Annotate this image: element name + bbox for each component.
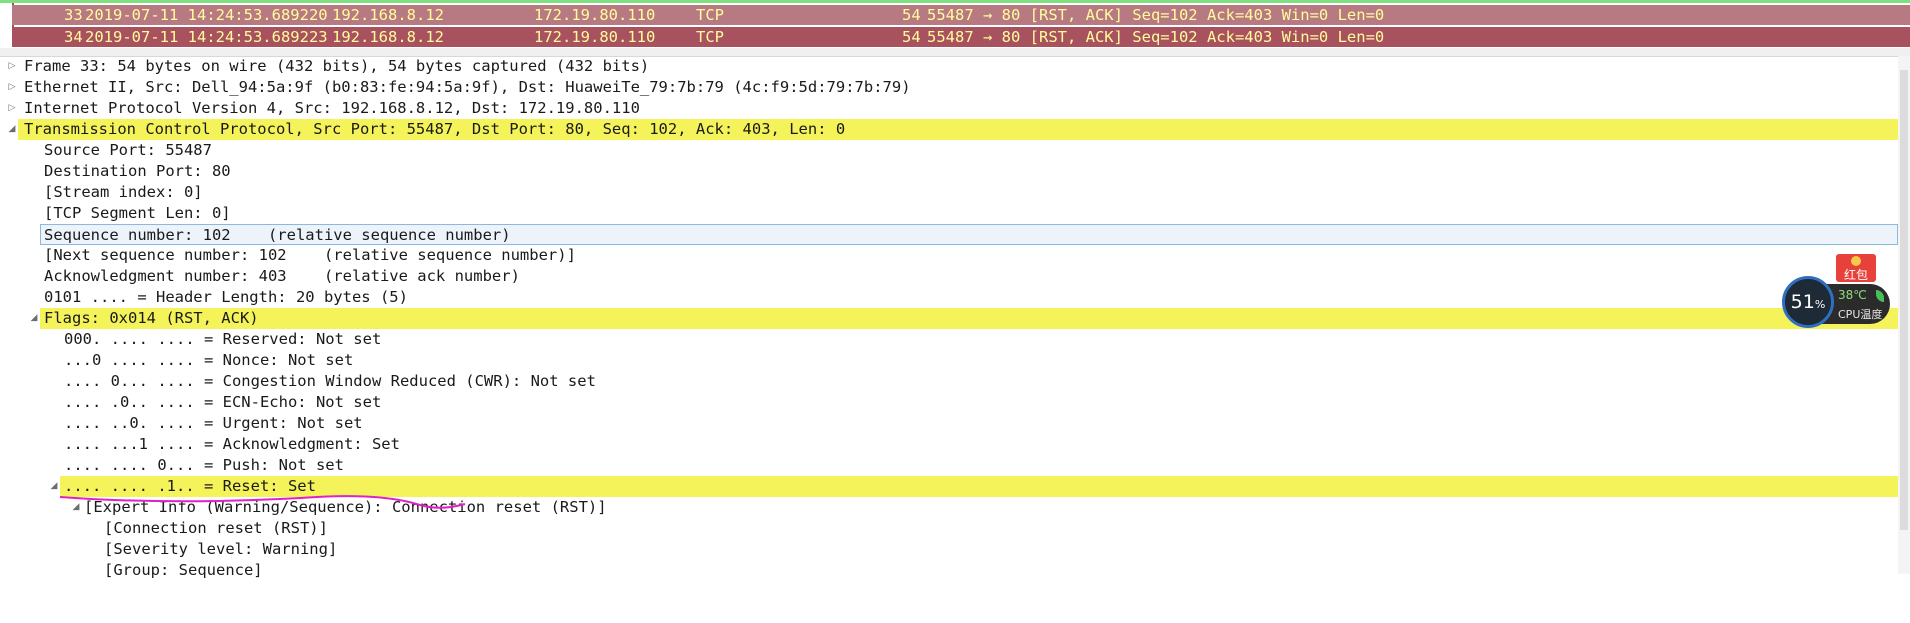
- packet-source: 192.168.8.12: [332, 28, 444, 46]
- tree-item-label: .... .... 0... = Push: Not set: [64, 456, 344, 474]
- cpu-monitor-widget[interactable]: 51% 38℃ CPU温度: [1782, 276, 1892, 332]
- cpu-temperature: 38℃: [1838, 288, 1867, 302]
- collapse-arrow-icon[interactable]: ◢: [48, 476, 60, 497]
- cpu-usage-value: 51: [1790, 291, 1815, 313]
- tree-item-flags[interactable]: ◢ Flags: 0x014 (RST, ACK): [31, 308, 1898, 329]
- tree-item-label: Acknowledgment number: 403 (relative ack…: [44, 267, 520, 285]
- tree-item-expert-info[interactable]: ◢ [Expert Info (Warning/Sequence): Conne…: [73, 497, 1898, 518]
- coin-icon: [1851, 256, 1861, 266]
- tree-item-flag-cwr[interactable]: .... 0... .... = Congestion Window Reduc…: [64, 371, 1898, 392]
- tree-item-severity[interactable]: [Severity level: Warning]: [104, 539, 1898, 560]
- tree-item-label: ...0 .... .... = Nonce: Not set: [64, 351, 354, 369]
- packet-destination: 172.19.80.110: [534, 6, 656, 24]
- tree-item-ack-number[interactable]: Acknowledgment number: 403 (relative ack…: [44, 266, 1898, 287]
- collapse-arrow-icon[interactable]: ◢: [28, 308, 40, 329]
- tree-item-ethernet[interactable]: ▷ Ethernet II, Src: Dell_94:5a:9f (b0:83…: [0, 77, 1898, 98]
- tree-item-destination-port[interactable]: Destination Port: 80: [44, 161, 1898, 182]
- tree-item-source-port[interactable]: Source Port: 55487: [44, 140, 1898, 161]
- tree-item-flag-nonce[interactable]: ...0 .... .... = Nonce: Not set: [64, 350, 1898, 371]
- cpu-temperature-label: CPU温度: [1838, 308, 1883, 321]
- tree-item-label: 0101 .... = Header Length: 20 bytes (5): [44, 288, 408, 306]
- expand-arrow-icon[interactable]: ▷: [6, 77, 18, 98]
- cpu-usage-percent: %: [1814, 298, 1826, 311]
- packet-protocol: TCP: [696, 6, 724, 24]
- tree-item-label: [Severity level: Warning]: [104, 540, 338, 558]
- packet-info: 55487 → 80 [RST, ACK] Seq=102 Ack=403 Wi…: [927, 28, 1385, 46]
- tree-item-label: Source Port: 55487: [44, 141, 212, 159]
- packet-length: 54: [902, 28, 921, 46]
- tree-item-tcp[interactable]: ◢ Transmission Control Protocol, Src Por…: [9, 119, 1898, 140]
- tree-item-label: 000. .... .... = Reserved: Not set: [64, 330, 382, 348]
- packet-destination: 172.19.80.110: [534, 28, 656, 46]
- tree-item-label: [TCP Segment Len: 0]: [44, 204, 231, 222]
- packet-time: 2019-07-11 14:24:53.689223: [85, 28, 328, 46]
- tree-item-label: [Next sequence number: 102 (relative seq…: [44, 246, 576, 264]
- packet-no: 34: [64, 28, 83, 46]
- tree-item-label: Sequence number: 102 (relative sequence …: [44, 226, 511, 244]
- tree-item-label: Frame 33: 54 bytes on wire (432 bits), 5…: [24, 57, 650, 75]
- tree-item-segment-len[interactable]: [TCP Segment Len: 0]: [44, 203, 1898, 224]
- packet-length: 54: [902, 6, 921, 24]
- tree-item-label: [Group: Sequence]: [104, 561, 263, 579]
- tree-item-label: Transmission Control Protocol, Src Port:…: [24, 120, 846, 138]
- packet-time: 2019-07-11 14:24:53.689220: [85, 6, 328, 24]
- tree-item-label: .... ..0. .... = Urgent: Not set: [64, 414, 363, 432]
- collapse-arrow-icon[interactable]: ◢: [6, 119, 18, 140]
- packet-no: 33: [64, 6, 83, 24]
- packet-info: 55487 → 80 [RST, ACK] Seq=102 Ack=403 Wi…: [927, 6, 1385, 24]
- tree-item-label: .... .0.. .... = ECN-Echo: Not set: [64, 393, 382, 411]
- expand-arrow-icon[interactable]: ▷: [6, 98, 18, 119]
- collapse-arrow-icon[interactable]: ◢: [70, 497, 82, 518]
- tree-item-label: Internet Protocol Version 4, Src: 192.16…: [24, 99, 640, 117]
- cpu-usage-gauge: 51%: [1782, 276, 1834, 328]
- scrollbar-thumb[interactable]: [1900, 70, 1908, 530]
- tree-item-flag-reset[interactable]: ◢ .... .... .1.. = Reset: Set: [51, 476, 1898, 497]
- packet-row[interactable]: 34 2019-07-11 14:24:53.689223 192.168.8.…: [12, 27, 1910, 47]
- tree-item-label: Flags: 0x014 (RST, ACK): [44, 309, 259, 327]
- packet-source: 192.168.8.12: [332, 6, 444, 24]
- packet-list[interactable]: 33 2019-07-11 14:24:53.689220 192.168.8.…: [0, 0, 1910, 48]
- packet-row[interactable]: 33 2019-07-11 14:24:53.689220 192.168.8.…: [12, 5, 1910, 25]
- tree-item-sequence-number[interactable]: Sequence number: 102 (relative sequence …: [40, 224, 1898, 245]
- tree-item-connection-reset[interactable]: [Connection reset (RST)]: [104, 518, 1898, 539]
- tree-item-flag-ack[interactable]: .... ...1 .... = Acknowledgment: Set: [64, 434, 1898, 455]
- tree-item-label: Destination Port: 80: [44, 162, 231, 180]
- tree-item-label: [Connection reset (RST)]: [104, 519, 328, 537]
- expand-arrow-icon[interactable]: ▷: [6, 56, 18, 77]
- tree-item-header-length[interactable]: 0101 .... = Header Length: 20 bytes (5): [44, 287, 1898, 308]
- tree-item-flag-push[interactable]: .... .... 0... = Push: Not set: [64, 455, 1898, 476]
- tree-item-label: [Stream index: 0]: [44, 183, 203, 201]
- tree-item-flag-reserved[interactable]: 000. .... .... = Reserved: Not set: [64, 329, 1898, 350]
- packet-protocol: TCP: [696, 28, 724, 46]
- tree-item-flag-ecn[interactable]: .... .0.. .... = ECN-Echo: Not set: [64, 392, 1898, 413]
- tree-item-frame[interactable]: ▷ Frame 33: 54 bytes on wire (432 bits),…: [0, 56, 1898, 77]
- tree-item-label: Ethernet II, Src: Dell_94:5a:9f (b0:83:f…: [24, 78, 911, 96]
- packet-details-tree[interactable]: ▷ Frame 33: 54 bytes on wire (432 bits),…: [0, 56, 1910, 579]
- tree-item-label: .... 0... .... = Congestion Window Reduc…: [64, 372, 596, 390]
- tree-item-label: .... .... .1.. = Reset: Set: [64, 477, 316, 495]
- tree-item-next-sequence[interactable]: [Next sequence number: 102 (relative seq…: [44, 245, 1898, 266]
- details-scrollbar[interactable]: [1898, 56, 1910, 574]
- tree-item-stream-index[interactable]: [Stream index: 0]: [44, 182, 1898, 203]
- tree-item-label: .... ...1 .... = Acknowledgment: Set: [64, 435, 400, 453]
- tree-item-label: [Expert Info (Warning/Sequence): Connect…: [84, 498, 607, 516]
- tree-item-flag-urgent[interactable]: .... ..0. .... = Urgent: Not set: [64, 413, 1898, 434]
- tree-item-group[interactable]: [Group: Sequence]: [104, 560, 1898, 581]
- tree-item-ipv4[interactable]: ▷ Internet Protocol Version 4, Src: 192.…: [0, 98, 1898, 119]
